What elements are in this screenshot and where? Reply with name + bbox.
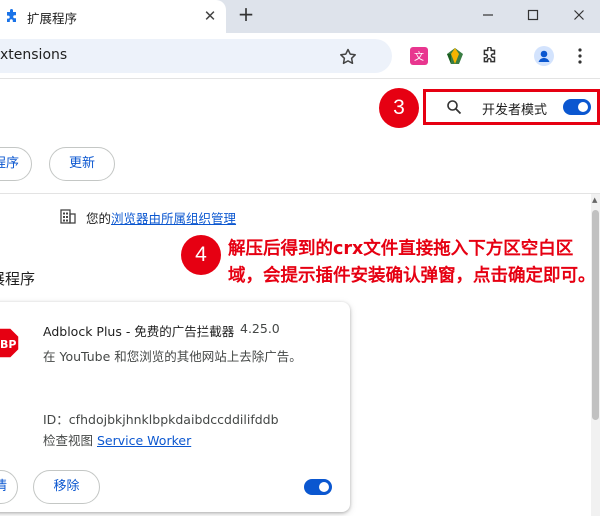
remove-button[interactable]: 移除: [33, 470, 100, 504]
building-icon: [60, 209, 76, 224]
search-icon[interactable]: [446, 99, 462, 115]
managed-policy-link[interactable]: 浏览器由所属组织管理: [111, 211, 236, 226]
managed-notice-prefix: 您的: [86, 211, 112, 226]
extension-version: 4.25.0: [240, 321, 280, 336]
puzzle-favicon-icon: [7, 9, 16, 22]
extension-description: 在 YouTube 和您浏览的其他网站上去除广告。: [43, 349, 302, 364]
scrollbar-thumb[interactable]: [592, 210, 599, 420]
new-tab-button[interactable]: +: [236, 4, 256, 25]
translate-icon: 文: [410, 47, 428, 65]
step-3-badge: 3: [379, 88, 419, 128]
gem-extension-icon[interactable]: [445, 46, 465, 66]
tab-strip: 扩展程序 ✕ +: [0, 0, 600, 33]
extension-name: Adblock Plus - 免费的广告拦截器: [43, 324, 235, 339]
svg-text:ABP: ABP: [0, 338, 16, 351]
header-divider: [0, 193, 600, 194]
gem-icon: [447, 48, 463, 64]
address-bar[interactable]: xtensions: [0, 39, 392, 73]
instruction-annotation: 解压后得到的crx文件直接拖入下方区空白区域，会提示插件安装确认弹窗，点击确定即…: [228, 239, 596, 286]
tab-close-icon[interactable]: ✕: [201, 7, 219, 25]
chrome-menu-button[interactable]: [570, 46, 590, 66]
svg-text:文: 文: [414, 50, 424, 63]
extensions-header: 开发者模式: [0, 80, 600, 135]
inspect-views: 检查视图 Service Worker: [43, 430, 191, 449]
profile-icon: [534, 46, 554, 66]
extensions-puzzle-button[interactable]: [480, 46, 500, 66]
bookmark-star-icon[interactable]: [338, 47, 358, 67]
close-window-button[interactable]: [568, 5, 590, 25]
maximize-icon: [527, 9, 539, 21]
address-bar-url: xtensions: [0, 47, 68, 63]
managed-notice: 您的浏览器由所属组织管理: [86, 208, 236, 227]
minimize-button[interactable]: [477, 5, 499, 25]
developer-mode-toggle[interactable]: [563, 99, 591, 115]
scroll-up-arrow-icon[interactable]: ▲: [592, 196, 597, 204]
inspect-views-label: 检查视图: [43, 433, 94, 448]
developer-mode-label: 开发者模式: [482, 103, 548, 118]
page-scrollbar[interactable]: ▲: [591, 194, 600, 516]
profile-button[interactable]: [534, 46, 554, 66]
tab-title: 扩展程序: [27, 11, 78, 26]
translate-extension-icon[interactable]: 文: [409, 46, 429, 66]
tab-extensions[interactable]: 扩展程序 ✕: [0, 0, 226, 33]
service-worker-link[interactable]: Service Worker: [97, 433, 191, 448]
minimize-icon: [483, 14, 493, 16]
three-dots-menu-icon: [578, 48, 582, 64]
puzzle-icon: [483, 47, 496, 63]
step-4-badge: 4: [181, 235, 221, 275]
maximize-button[interactable]: [522, 5, 544, 25]
close-icon: [574, 10, 584, 20]
section-title: 展程序: [0, 270, 36, 288]
update-button[interactable]: 更新: [49, 147, 115, 181]
adblock-plus-logo-icon: ABP: [0, 327, 20, 359]
load-unpacked-button[interactable]: 程序: [0, 147, 32, 181]
extension-id: ID：cfhdojbkjhnklbpkdaibdccddilifddb: [43, 412, 279, 427]
extension-enable-toggle[interactable]: [304, 479, 332, 495]
browser-toolbar: xtensions 文: [0, 33, 600, 79]
